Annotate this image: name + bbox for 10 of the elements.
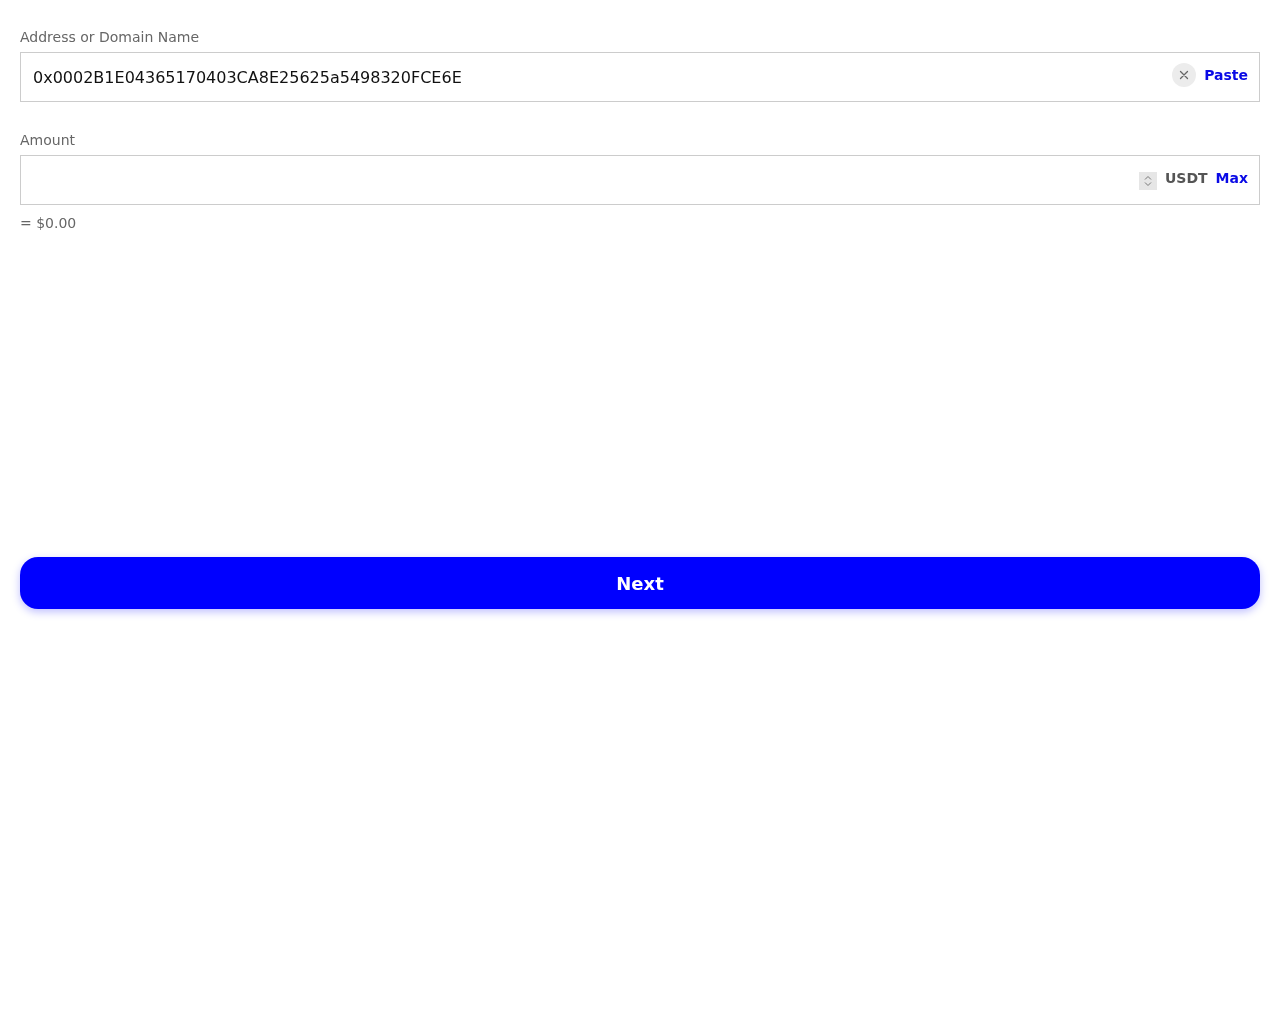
amount-field[interactable]: USDT Max bbox=[20, 155, 1260, 205]
next-button[interactable]: Next bbox=[20, 557, 1260, 609]
address-label: Address or Domain Name bbox=[20, 29, 200, 46]
amount-label: Amount bbox=[20, 132, 75, 149]
clear-icon[interactable] bbox=[1172, 63, 1197, 87]
currency-label: USDT bbox=[1164, 170, 1208, 186]
address-field[interactable]: 0x0002B1E04365170403CA8E25625a5498320FCE6E Paste bbox=[20, 52, 1260, 102]
fiat-value: = $0.00 bbox=[20, 215, 77, 231]
paste-button[interactable]: Paste bbox=[1204, 67, 1248, 83]
max-button[interactable]: Max bbox=[1215, 170, 1248, 186]
